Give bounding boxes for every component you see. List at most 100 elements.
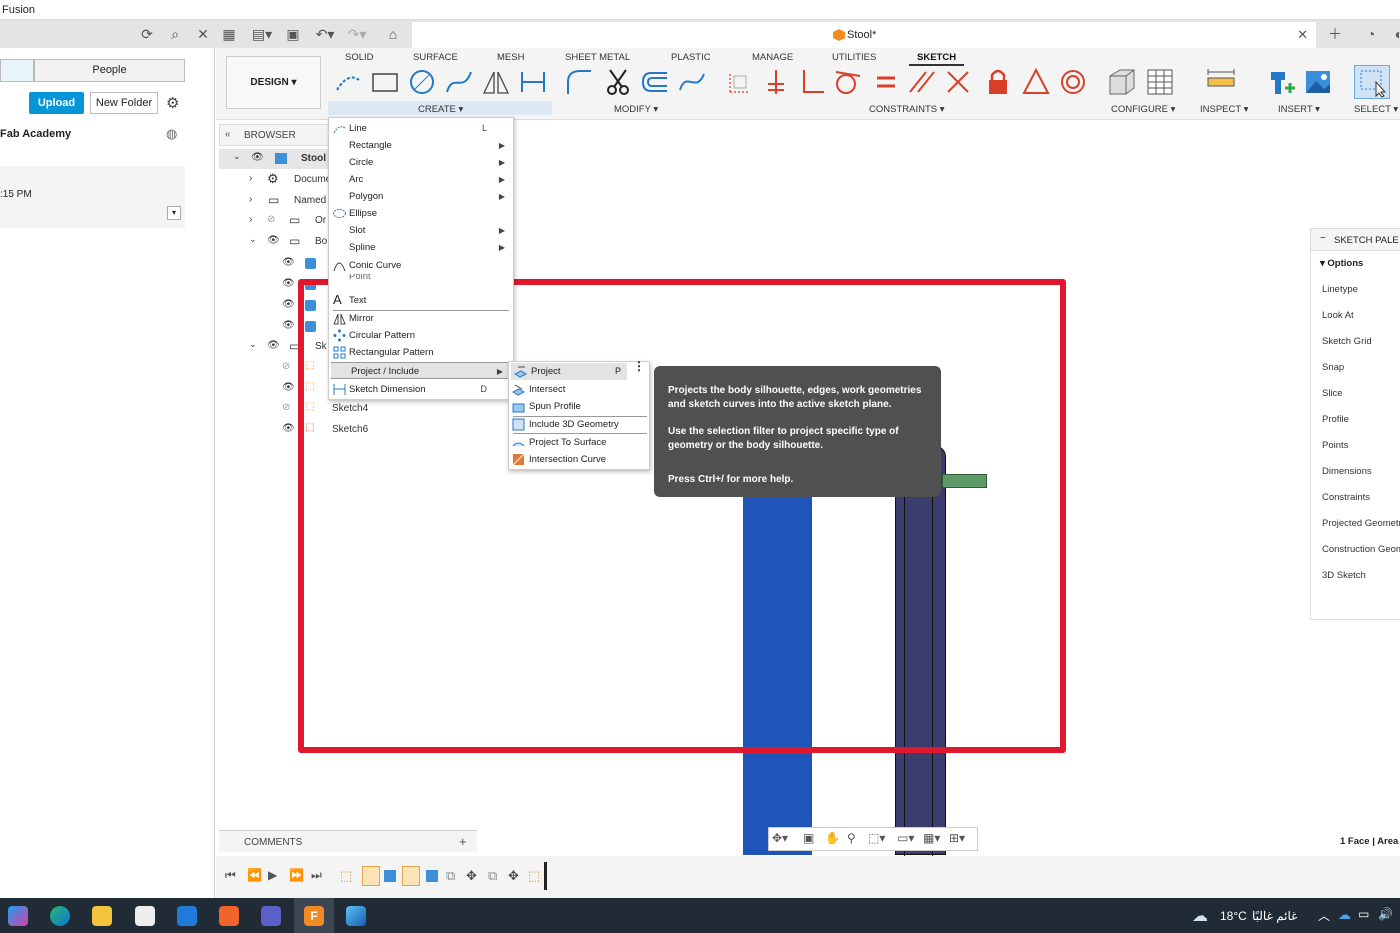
timeline-sketch-icon[interactable] — [362, 866, 380, 886]
select-tool-button[interactable] — [1354, 65, 1390, 99]
edge-browser-icon[interactable] — [50, 906, 70, 926]
trim-scissors-icon[interactable] — [602, 66, 634, 98]
chevron-right-icon[interactable]: › — [249, 214, 252, 225]
step-back-icon[interactable]: ⏪ — [247, 868, 262, 882]
menu-item-polygon[interactable]: Polygon ▶ — [329, 188, 513, 205]
perpendicular-x-constraint-icon[interactable] — [942, 66, 974, 98]
chevron-down-icon[interactable]: ⌄ — [233, 151, 241, 162]
palette-snap[interactable]: Snap — [1322, 362, 1344, 373]
eye-icon[interactable]: 👁 — [282, 257, 295, 268]
parallel-constraint-icon[interactable] — [906, 66, 938, 98]
insert-derive-icon[interactable] — [1267, 66, 1299, 98]
rectangle-tool-icon[interactable] — [369, 66, 401, 98]
grid-settings-icon[interactable]: ▦▾ — [923, 831, 940, 845]
outlook-icon[interactable] — [177, 906, 197, 926]
palette-construction-geometries[interactable]: Construction Geom — [1322, 544, 1400, 555]
timeline-component-icon[interactable]: ⧉ — [488, 868, 497, 884]
create-group-button[interactable]: CREATE ▾ — [418, 104, 463, 115]
spline-tool-icon[interactable] — [443, 66, 475, 98]
timeline-extrude-icon[interactable] — [426, 870, 438, 882]
temperature-text[interactable]: 18°C — [1220, 909, 1247, 923]
timeline-sketch-icon[interactable]: ⬚ — [528, 868, 540, 884]
menu-item-project-include[interactable]: Project / Include ▶ — [331, 362, 511, 379]
tab-sheet-metal[interactable]: SHEET METAL — [565, 52, 630, 63]
pan-hand-icon[interactable]: ✋ — [825, 831, 840, 845]
palette-constraints[interactable]: Constraints — [1322, 492, 1370, 503]
palette-sketch-grid[interactable]: Sketch Grid — [1322, 336, 1372, 347]
menu-item-line[interactable]: Line L — [329, 120, 513, 137]
submenu-item-spun-profile[interactable]: Spun Profile — [509, 398, 649, 415]
fit-icon[interactable]: ⬚▾ — [868, 831, 885, 845]
menu-item-point[interactable]: Point — [329, 274, 513, 283]
look-at-icon[interactable]: ▣ — [803, 831, 814, 845]
select-group-button[interactable]: SELECT ▾ — [1354, 104, 1398, 115]
tab-utilities[interactable]: UTILITIES — [832, 52, 876, 63]
menu-item-rectangular-pattern[interactable]: Rectangular Pattern — [329, 344, 513, 361]
menu-item-spline[interactable]: Spline ▶ — [329, 239, 513, 256]
zoom-icon[interactable]: ⚲ — [847, 831, 856, 845]
timeline-sketch-icon[interactable]: ⬚ — [340, 868, 352, 884]
dimension-tool-icon[interactable] — [517, 66, 549, 98]
measure-ruler-icon[interactable] — [1205, 66, 1237, 98]
tab-mesh[interactable]: MESH — [497, 52, 524, 63]
menu-item-mirror[interactable]: Mirror — [329, 310, 513, 327]
collapse-palette-icon[interactable]: − — [1320, 233, 1326, 244]
timeline-sketch-icon[interactable] — [402, 866, 420, 886]
weather-cloud-icon[interactable]: ☁ — [1192, 906, 1216, 926]
eye-icon[interactable]: 👁 — [282, 423, 295, 434]
tangent-constraint-icon[interactable] — [832, 66, 864, 98]
equal-constraint-icon[interactable] — [870, 66, 902, 98]
fillet-tool-icon[interactable] — [563, 66, 595, 98]
palette-points[interactable]: Points — [1322, 440, 1348, 451]
palette-profile[interactable]: Profile — [1322, 414, 1349, 425]
go-to-end-icon[interactable]: ⏭ — [311, 868, 322, 883]
submenu-item-include-3d-geometry[interactable]: Include 3D Geometry — [509, 416, 649, 433]
project-name[interactable]: Fab Academy — [0, 128, 71, 140]
new-folder-button[interactable]: New Folder — [90, 92, 158, 114]
menu-item-rectangle[interactable]: Rectangle ▶ — [329, 137, 513, 154]
eye-icon[interactable]: 👁 — [282, 320, 295, 331]
midpoint-triangle-icon[interactable] — [1020, 66, 1052, 98]
timeline-move-icon[interactable]: ✥ — [466, 868, 477, 884]
chevron-down-icon[interactable]: ⌄ — [249, 234, 257, 245]
file-explorer-icon[interactable] — [92, 906, 112, 926]
palette-slice[interactable]: Slice — [1322, 388, 1343, 399]
submenu-item-project-to-surface[interactable]: Project To Surface — [509, 434, 649, 451]
configure-group-button[interactable]: CONFIGURE ▾ — [1111, 104, 1175, 115]
close-panel-icon[interactable]: ✕ — [194, 25, 212, 43]
comments-bar[interactable]: COMMENTS + — [219, 830, 477, 852]
search-icon[interactable]: ⌕ — [166, 25, 184, 43]
timeline-component-icon[interactable]: ⧉ — [446, 868, 455, 884]
sync-status-icon[interactable]: ◔ — [1362, 25, 1380, 43]
offset-tool-icon[interactable] — [639, 66, 671, 98]
timeline-marker[interactable] — [544, 862, 547, 890]
more-options-icon[interactable]: ⋮ — [633, 360, 645, 379]
upload-button[interactable]: Upload — [29, 92, 84, 114]
refresh-icon[interactable]: ⟳ — [138, 25, 156, 43]
play-icon[interactable]: ▶ — [268, 868, 277, 882]
file-item[interactable]: :15 PM ▾ — [0, 166, 185, 228]
projects-tab[interactable] — [0, 59, 34, 82]
menu-item-conic-curve[interactable]: Conic Curve — [329, 257, 513, 274]
save-icon[interactable]: ▣ — [284, 25, 302, 43]
tab-surface[interactable]: SURFACE — [413, 52, 458, 63]
tab-plastic[interactable]: PLASTIC — [671, 52, 711, 63]
chevron-right-icon[interactable]: › — [249, 173, 252, 184]
menu-item-text[interactable]: A Text — [329, 292, 513, 309]
display-settings-icon[interactable]: ▭▾ — [897, 831, 914, 845]
palette-dimensions[interactable]: Dimensions — [1322, 466, 1372, 477]
viewports-icon[interactable]: ⊞▾ — [949, 831, 965, 845]
palette-3d-sketch[interactable]: 3D Sketch — [1322, 570, 1366, 581]
fusion-taskbar-button[interactable]: F — [294, 898, 334, 933]
add-comment-icon[interactable]: + — [459, 834, 467, 849]
eye-icon[interactable]: 👁 — [251, 152, 264, 163]
store-icon[interactable] — [135, 906, 155, 926]
eye-icon[interactable]: 👁 — [282, 278, 295, 289]
menu-item-circle[interactable]: Circle ▶ — [329, 154, 513, 171]
eye-icon[interactable]: 👁 — [282, 382, 295, 393]
volume-icon[interactable]: 🔊 — [1378, 907, 1393, 921]
orbit-icon[interactable]: ✥▾ — [772, 831, 788, 845]
go-to-start-icon[interactable]: ⏮ — [225, 868, 236, 883]
palette-options-section[interactable]: ▾ Options — [1320, 258, 1363, 269]
palette-look-at[interactable]: Look At — [1322, 310, 1354, 321]
